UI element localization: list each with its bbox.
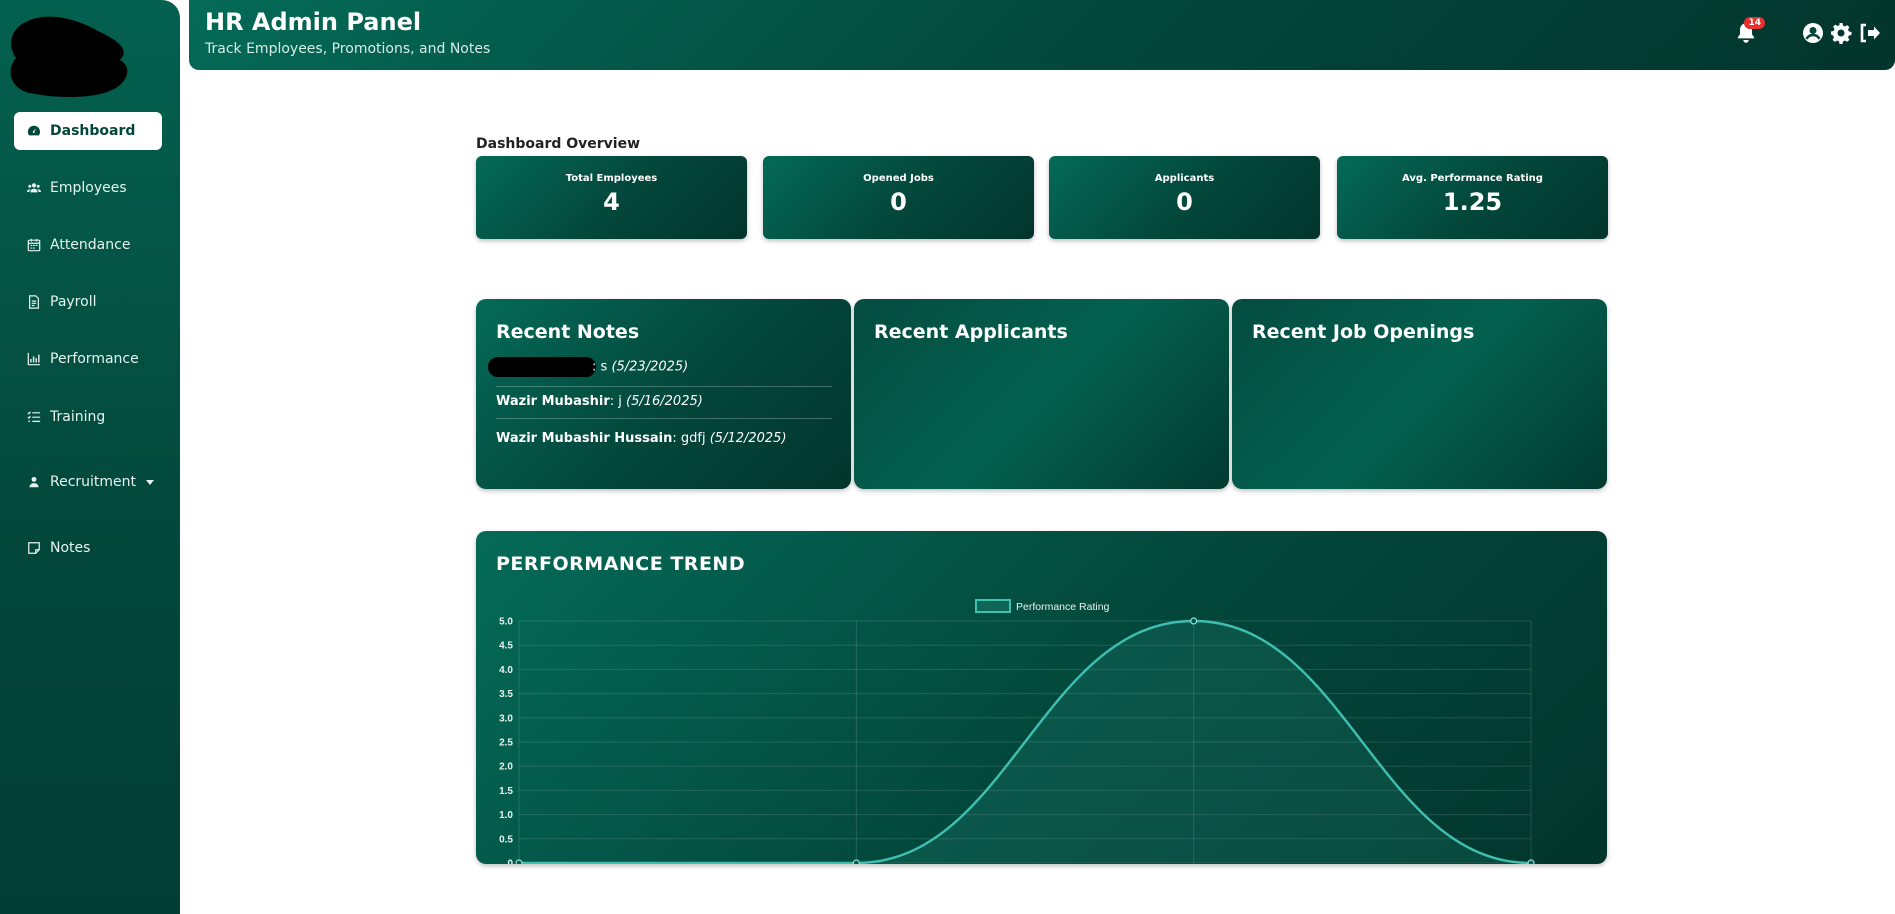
performance-trend-card: PERFORMANCE TREND 0 0.5 1.0 1.5 2.0 2.5 3.0 3.5…: [476, 531, 1607, 864]
list-check-icon: [26, 409, 42, 425]
sticky-note-icon: [26, 540, 42, 556]
logout-icon[interactable]: [1857, 21, 1881, 45]
sidebar-item-label: Attendance: [50, 237, 131, 253]
page-title: HR Admin Panel: [205, 8, 422, 36]
stat-card-total-employees: Total Employees 4: [476, 156, 747, 239]
sidebar: Dashboard Employees Attendance Payroll Perfo…: [0, 0, 180, 914]
sidebar-item-label: Dashboard: [50, 123, 136, 139]
recent-jobs-title: Recent Job Openings: [1252, 321, 1475, 343]
sidebar-item-performance[interactable]: Performance: [14, 340, 162, 378]
chevron-down-icon: [146, 479, 155, 485]
dashboard-overview-title: Dashboard Overview: [476, 136, 641, 152]
sidebar-item-training[interactable]: Training: [14, 398, 162, 436]
sidebar-item-employees[interactable]: Employees: [14, 169, 162, 207]
sidebar-item-label: Payroll: [50, 294, 97, 310]
y-tick-label: 3.0: [499, 713, 513, 724]
recent-notes-title: Recent Notes: [496, 321, 640, 343]
stat-card-opened-jobs: Opened Jobs 0: [763, 156, 1034, 239]
stat-card-applicants: Applicants 0: [1049, 156, 1320, 239]
notification-count-badge: 14: [1744, 17, 1765, 29]
user-tie-icon: [26, 474, 42, 490]
gauge-icon: [26, 123, 42, 139]
notifications-button[interactable]: 14: [1733, 17, 1765, 46]
y-tick-label: 4.0: [499, 665, 513, 676]
sidebar-item-label: Notes: [50, 540, 91, 556]
recent-notes-panel: Recent Notes : s (5/23/2025) Wazir Mubas…: [476, 299, 851, 489]
y-tick-label: 4.5: [499, 641, 513, 652]
y-tick-label: 2.0: [499, 762, 513, 773]
stat-label: Total Employees: [565, 173, 658, 184]
recent-applicants-title: Recent Applicants: [874, 321, 1068, 343]
data-point: [1190, 617, 1198, 625]
page-subtitle: Track Employees, Promotions, and Notes: [205, 41, 491, 57]
legend-swatch: [975, 599, 1011, 613]
stat-label: Applicants: [1154, 173, 1215, 184]
users-icon: [26, 180, 42, 196]
recent-applicants-panel: Recent Applicants: [854, 299, 1229, 489]
y-tick-label: 1.5: [499, 786, 513, 797]
sidebar-item-label: Performance: [50, 351, 139, 367]
sidebar-item-dashboard[interactable]: Dashboard: [14, 112, 162, 150]
y-tick-label: 5.0: [499, 617, 513, 628]
stat-value: 1.25: [1442, 188, 1503, 216]
stat-label: Opened Jobs: [863, 173, 934, 184]
stat-card-avg-performance-rating: Avg. Performance Rating 1.25: [1337, 156, 1608, 239]
sidebar-item-attendance[interactable]: Attendance: [14, 226, 162, 264]
top-header: HR Admin Panel Track Employees, Promotio…: [189, 0, 1895, 70]
data-point: [1527, 859, 1535, 864]
recent-jobs-panel: Recent Job Openings: [1232, 299, 1607, 489]
y-tick-label: 1.0: [499, 810, 513, 821]
note-item: : s (5/23/2025): [488, 357, 832, 387]
sidebar-item-notes[interactable]: Notes: [14, 529, 162, 567]
redacted-author: [488, 357, 596, 377]
sidebar-item-label: Recruitment: [50, 474, 137, 490]
company-logo: [10, 16, 128, 97]
sidebar-item-label: Employees: [50, 180, 127, 196]
sidebar-item-recruitment[interactable]: Recruitment: [14, 463, 162, 501]
gear-icon[interactable]: [1829, 21, 1853, 45]
calendar-icon: [26, 237, 42, 253]
stat-value: 4: [603, 188, 620, 216]
bar-chart-icon: [26, 351, 42, 367]
y-tick-label: 2.5: [499, 738, 513, 749]
data-point: [515, 859, 523, 864]
note-item: Wazir Mubashir Hussain: gdfj (5/12/2025): [496, 431, 787, 446]
data-point: [852, 859, 860, 864]
note-item: Wazir Mubashir: j (5/16/2025): [496, 394, 832, 419]
sidebar-item-label: Training: [50, 409, 106, 425]
y-tick-label: 0.5: [499, 834, 513, 845]
y-tick-label: 3.5: [499, 689, 513, 700]
y-tick-label: 0: [507, 859, 513, 865]
stat-value: 0: [890, 188, 907, 216]
performance-chart: 0 0.5 1.0 1.5 2.0 2.5 3.0 3.5 4.0 4.5 5.0 Performan…: [499, 599, 1535, 865]
stat-value: 0: [1176, 188, 1193, 216]
user-profile-icon[interactable]: [1801, 21, 1825, 45]
legend-label: Performance Rating: [1016, 601, 1110, 613]
stat-label: Avg. Performance Rating: [1402, 173, 1543, 184]
file-invoice-icon: [26, 294, 42, 310]
sidebar-item-payroll[interactable]: Payroll: [14, 283, 162, 321]
